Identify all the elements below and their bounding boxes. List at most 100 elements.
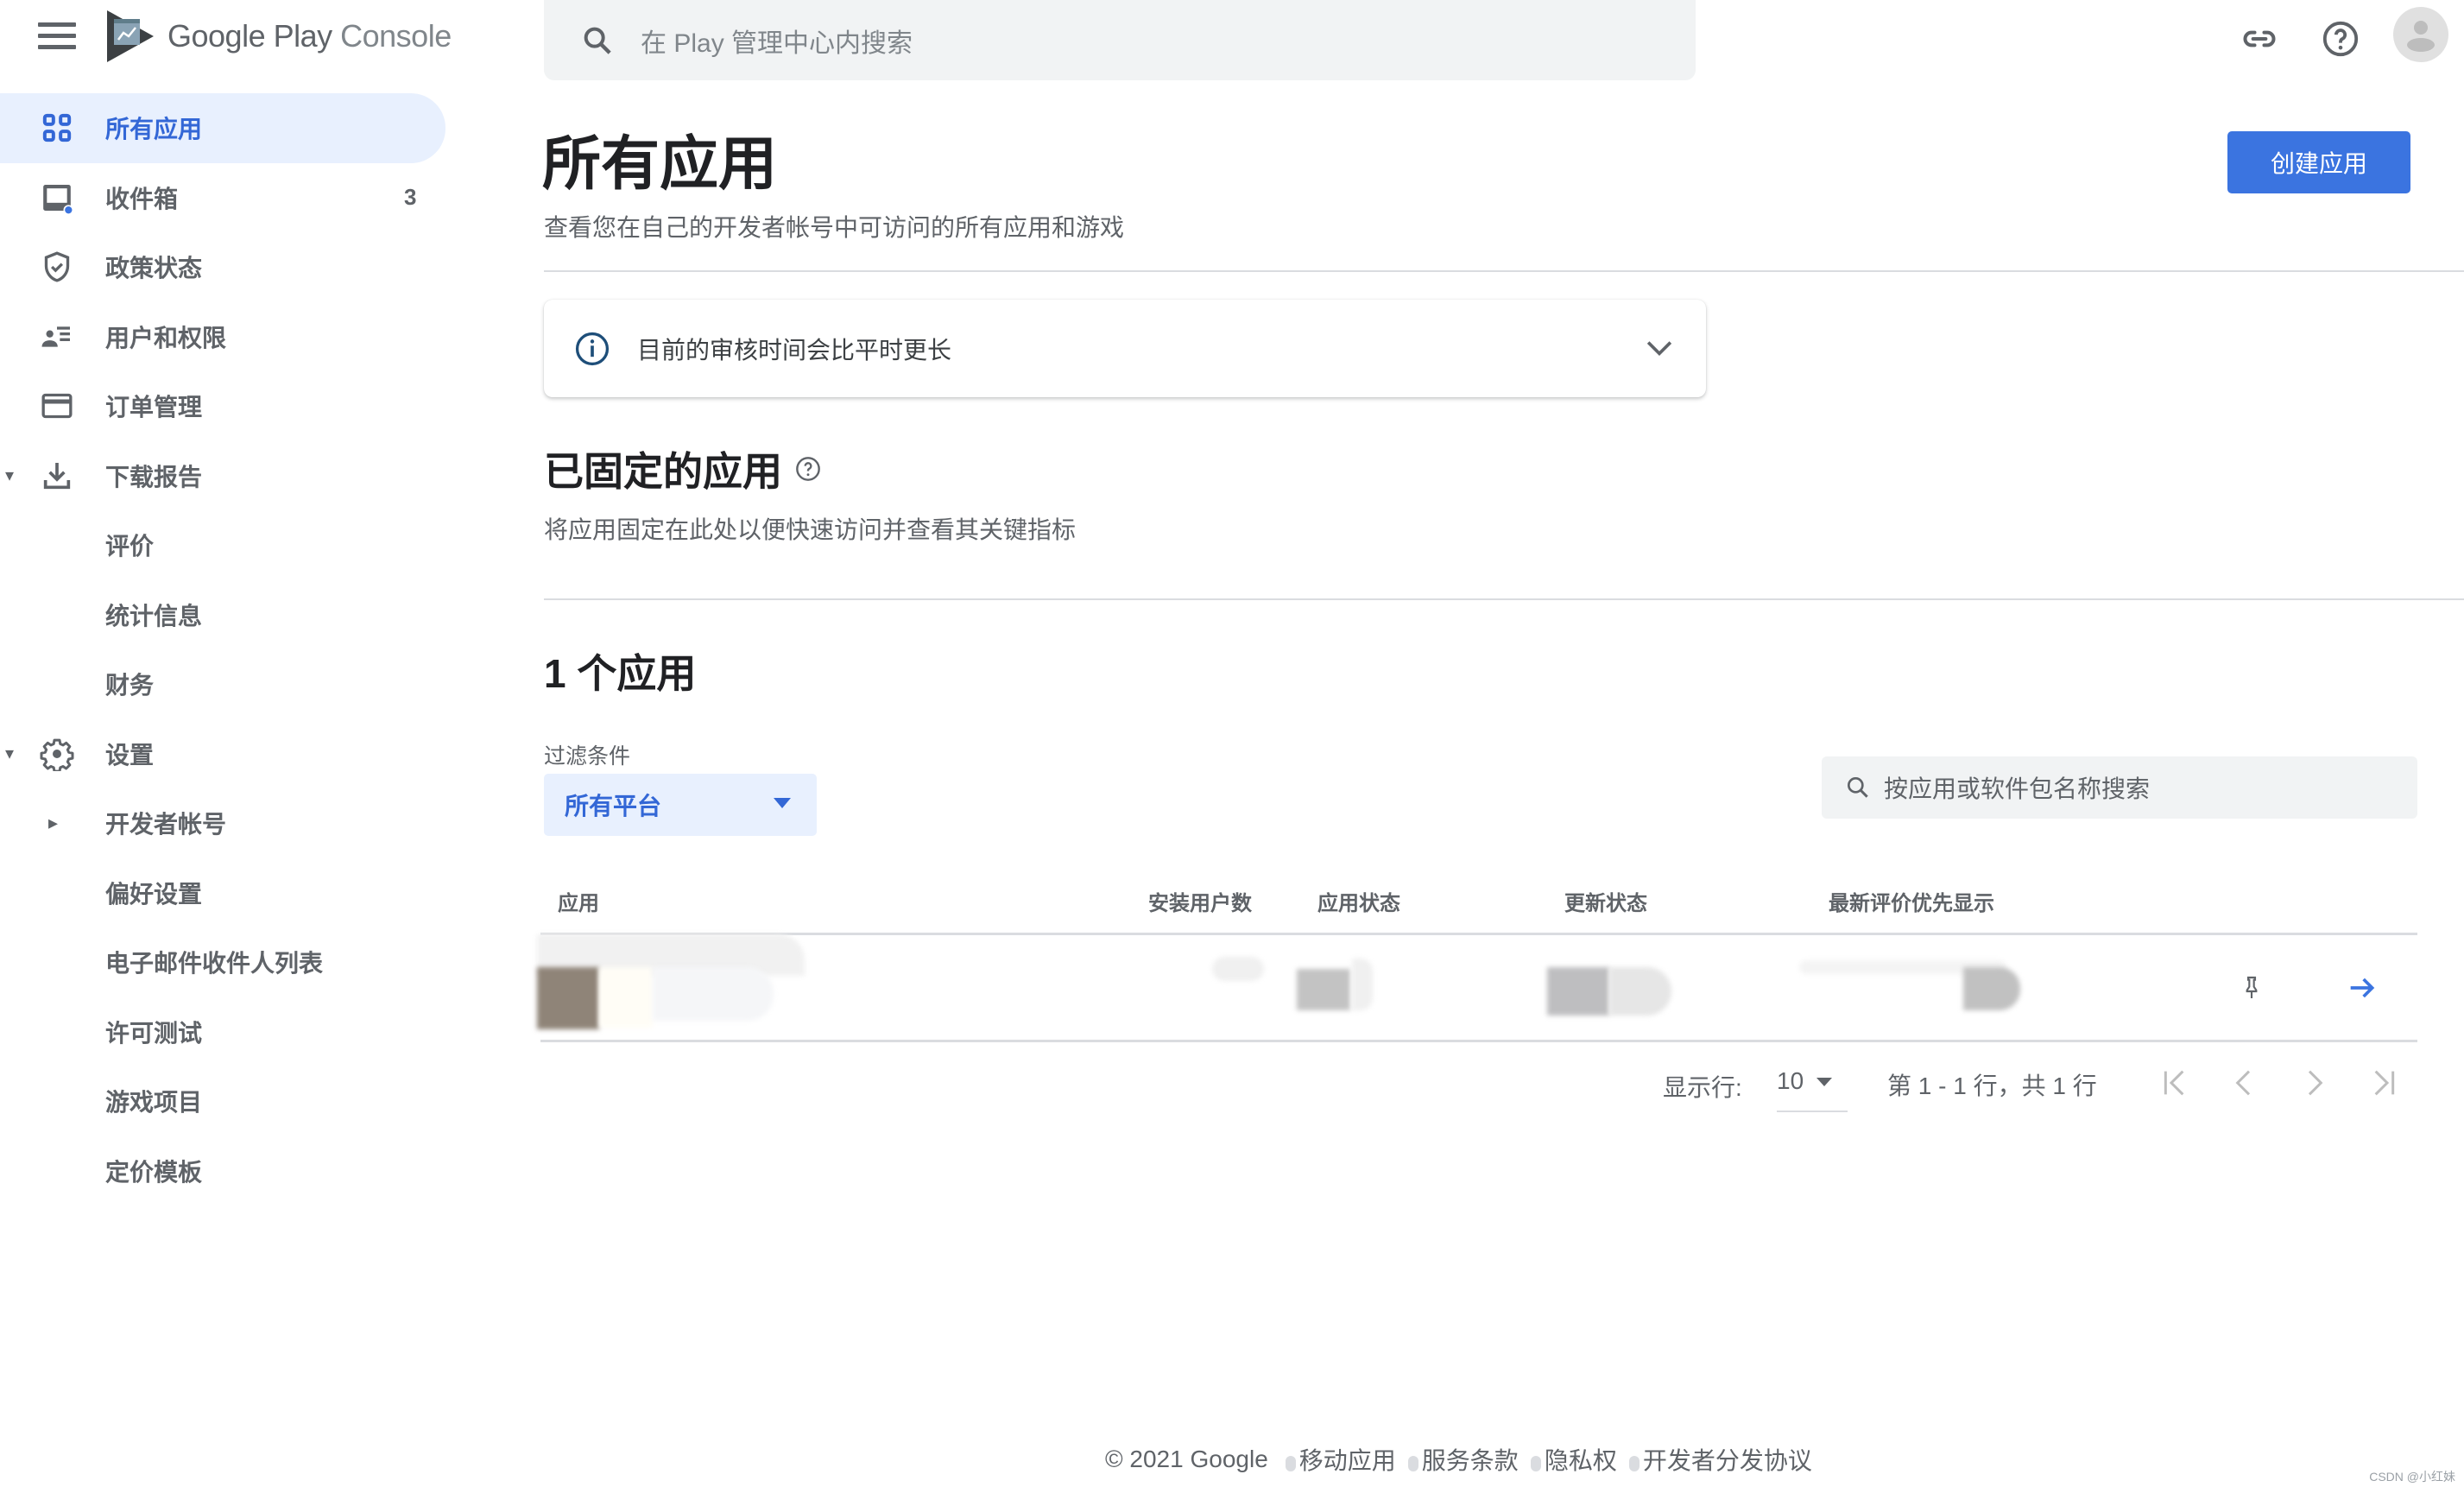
column-header-update-status[interactable]: 更新状态 (1564, 886, 1647, 916)
sidebar-item-game-projects[interactable]: 游戏项目 (0, 1066, 466, 1136)
column-header-app-status[interactable]: 应用状态 (1317, 886, 1400, 916)
rows-per-page-label: 显示行: (1663, 1074, 1742, 1101)
pin-app-button[interactable] (2233, 969, 2271, 1007)
footer-link-developer-agreement[interactable]: 开发者分发协议 (1628, 1442, 1812, 1477)
footer-link-label: 移动应用 (1298, 1447, 1396, 1474)
sidebar-item-label: 游戏项目 (105, 1089, 203, 1117)
account-avatar[interactable] (2393, 7, 2448, 62)
column-header-installs[interactable]: 安装用户数 (1148, 886, 1252, 916)
pinned-apps-title: 已固定的应用 (544, 449, 782, 494)
app-search-input[interactable]: 按应用或软件包名称搜索 (1822, 756, 2417, 819)
table-divider (540, 1040, 2417, 1042)
play-console-logo[interactable]: Google Play Console (105, 9, 452, 64)
footer-link-terms[interactable]: 服务条款 (1407, 1442, 1519, 1477)
sidebar-item-financial[interactable]: 财务 (0, 649, 466, 719)
platform-filter-value: 所有平台 (565, 793, 662, 819)
divider (544, 270, 2464, 272)
sidebar-item-label: 政策状态 (105, 255, 203, 282)
next-page-button[interactable] (2295, 1064, 2333, 1102)
redacted-app-status (1297, 969, 1350, 1010)
watermark: CSDN @小红妹 (2369, 1470, 2455, 1484)
expand-caret-icon[interactable]: ▾ (0, 743, 19, 764)
app-title-product: Console (340, 18, 452, 54)
credit-card-icon (38, 387, 76, 425)
page-subtitle: 查看您在自己的开发者帐号中可访问的所有应用和游戏 (544, 214, 1125, 241)
dropdown-arrow-icon (774, 798, 791, 808)
expand-caret-icon[interactable]: ▾ (0, 465, 19, 486)
sidebar-item-label: 下载报告 (105, 463, 203, 490)
first-page-button[interactable] (2157, 1064, 2195, 1102)
review-time-notice[interactable]: 目前的审核时间会比平时更长 (544, 300, 1706, 397)
footer: © 2021 Google 移动应用 服务条款 隐私权 开发者分发协议 (1105, 1442, 1824, 1477)
last-page-button[interactable] (2364, 1064, 2402, 1102)
sidebar-item-download-reports[interactable]: ▾ 下载报告 (0, 441, 466, 511)
sidebar-item-label: 订单管理 (105, 394, 203, 421)
sidebar-item-label: 评价 (105, 533, 155, 560)
inbox-icon (38, 179, 76, 217)
column-header-app[interactable]: 应用 (558, 886, 599, 916)
sidebar-item-users-permissions[interactable]: 用户和权限 (0, 302, 466, 372)
apps-count-heading: 1 个应用 (544, 642, 696, 699)
column-header-latest-review[interactable]: 最新评价优先显示 (1829, 886, 1994, 916)
pinned-apps-heading: 已固定的应用 (544, 440, 822, 497)
collapsed-caret-icon[interactable]: ▸ (48, 812, 58, 834)
info-icon (575, 332, 610, 365)
help-icon (2322, 21, 2359, 57)
previous-page-button[interactable] (2226, 1064, 2264, 1102)
divider (544, 598, 2464, 600)
open-app-button[interactable] (2343, 969, 2381, 1007)
redacted-block (1352, 959, 1373, 1010)
table-row[interactable] (537, 934, 2417, 1040)
sidebar-item-label: 统计信息 (105, 602, 203, 630)
sidebar-item-all-apps[interactable]: 所有应用 (0, 93, 445, 163)
notice-text: 目前的审核时间会比平时更长 (637, 336, 952, 364)
sidebar-item-policy-status[interactable]: 政策状态 (0, 232, 466, 302)
help-button[interactable] (2319, 17, 2362, 60)
sidebar-item-reviews[interactable]: 评价 (0, 510, 466, 580)
sidebar-item-label: 定价模板 (105, 1158, 203, 1186)
sidebar-item-statistics[interactable]: 统计信息 (0, 580, 466, 650)
sidebar-item-label: 许可测试 (105, 1019, 203, 1047)
redacted-update-status (1547, 967, 1609, 1016)
shield-check-icon (38, 248, 76, 286)
arrow-right-icon (2350, 978, 2375, 998)
main-menu-button[interactable] (38, 22, 76, 52)
global-search-input[interactable]: 在 Play 管理中心内搜索 (544, 0, 1696, 80)
link-button[interactable] (2238, 17, 2281, 60)
sidebar-item-order-management[interactable]: 订单管理 (0, 371, 466, 441)
chevron-down-icon[interactable] (1640, 329, 1678, 367)
sidebar-item-settings[interactable]: ▾ 设置 (0, 719, 466, 789)
footer-link-mobile-app[interactable]: 移动应用 (1285, 1442, 1396, 1477)
sidebar-item-email-lists[interactable]: 电子邮件收件人列表 (0, 927, 466, 997)
redacted-installs (1212, 957, 1264, 981)
sidebar-item-label: 偏好设置 (105, 880, 203, 908)
apps-count-title: 1 个应用 (544, 651, 697, 696)
sidebar-item-developer-account[interactable]: ▸ 开发者帐号 (0, 788, 466, 858)
sidebar-item-label: 电子邮件收件人列表 (105, 950, 324, 978)
dropdown-arrow-icon (1816, 1078, 1832, 1086)
app-title-brand: Google Play (167, 18, 332, 54)
inbox-count-badge: 3 (404, 184, 417, 211)
app-title: Google Play Console (167, 18, 452, 54)
sidebar-item-label: 财务 (105, 672, 155, 699)
search-icon (584, 27, 611, 54)
create-app-button[interactable]: 创建应用 (2227, 131, 2410, 193)
sidebar: Google Play Console 所有应用 收件箱 3 政策状态 用户和权… (0, 0, 466, 1487)
chevron-right-icon (2308, 1070, 2323, 1096)
platform-filter-select[interactable]: 所有平台 (544, 774, 817, 836)
person-icon (2407, 21, 2435, 52)
sidebar-item-pricing-templates[interactable]: 定价模板 (0, 1136, 466, 1206)
sidebar-item-inbox[interactable]: 收件箱 3 (0, 163, 466, 233)
sidebar-item-preferences[interactable]: 偏好设置 (0, 858, 466, 928)
help-circle-icon[interactable] (794, 455, 822, 483)
rows-per-page-select[interactable]: 10 (1777, 1062, 1848, 1112)
redacted-block (653, 967, 774, 1021)
last-page-icon (2374, 1070, 2395, 1096)
app-search-placeholder: 按应用或软件包名称搜索 (1884, 775, 2151, 802)
pagination-range: 第 1 - 1 行，共 1 行 (1887, 1073, 2097, 1099)
footer-link-label: 开发者分发协议 (1642, 1447, 1812, 1474)
redacted-block (599, 967, 653, 1028)
redacted-app-icon (537, 967, 599, 1029)
footer-link-privacy[interactable]: 隐私权 (1530, 1442, 1617, 1477)
sidebar-item-license-testing[interactable]: 许可测试 (0, 997, 466, 1067)
